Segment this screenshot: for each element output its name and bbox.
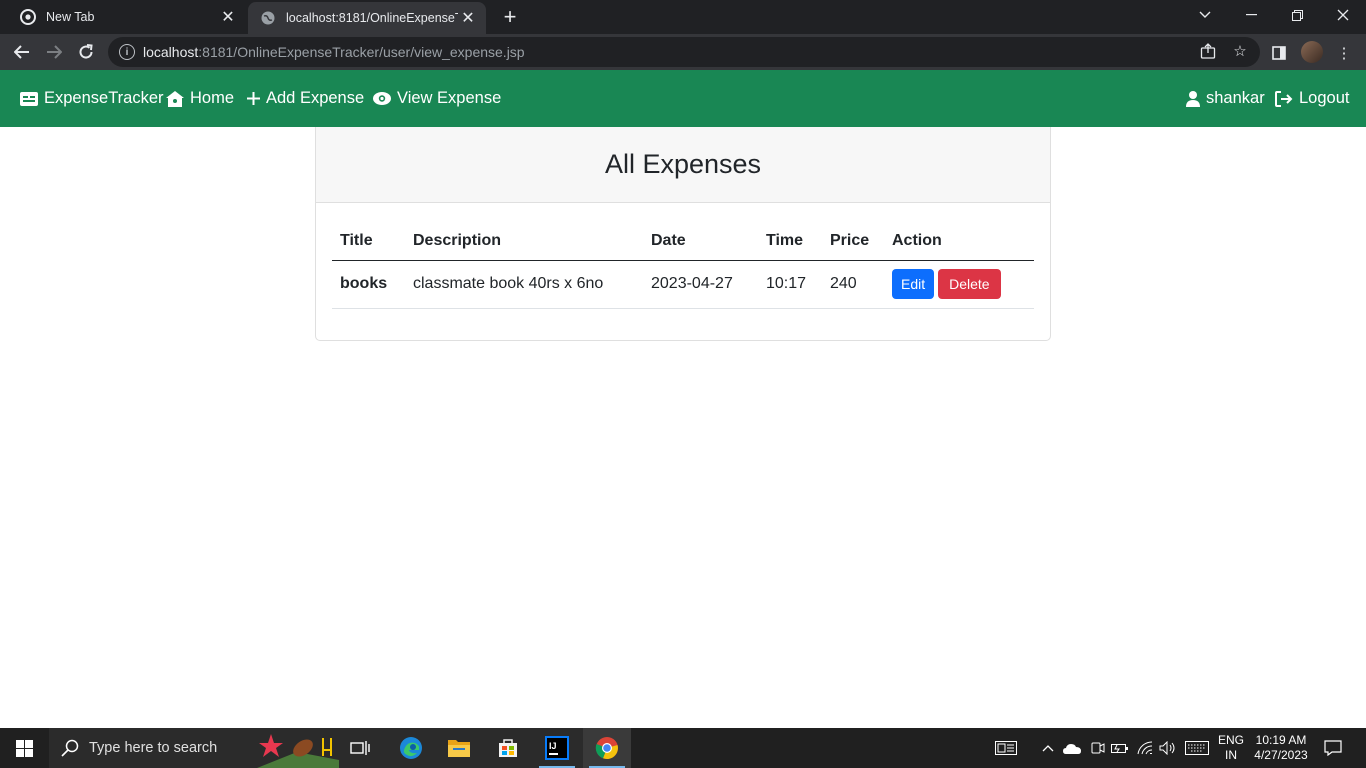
column-header-time: Time	[758, 223, 822, 261]
url-path: :8181/OnlineExpenseTracker/user/view_exp…	[198, 44, 525, 60]
nav-brand[interactable]: ExpenseTracker	[20, 70, 164, 127]
brand-label: ExpenseTracker	[44, 89, 164, 107]
lang-code: ENG	[1217, 733, 1244, 747]
browser-toolbar: i localhost:8181/OnlineExpenseTracker/us…	[0, 34, 1366, 70]
cell-actions: Edit Delete	[884, 260, 1034, 309]
view-expense-label: View Expense	[397, 89, 502, 107]
wifi-icon[interactable]	[1135, 738, 1155, 758]
column-header-date: Date	[643, 223, 758, 261]
restore-icon[interactable]	[1274, 0, 1320, 30]
logout-icon	[1275, 90, 1293, 107]
bookmark-star-icon[interactable]: ☆	[1230, 41, 1250, 61]
user-icon	[1186, 90, 1200, 107]
nav-logout[interactable]: Logout	[1275, 70, 1349, 127]
clock-date: 4/27/2023	[1254, 748, 1308, 762]
tab-new-tab[interactable]: New Tab ✕	[8, 0, 246, 34]
close-tab-icon[interactable]: ✕	[218, 7, 238, 27]
table-row: books classmate book 40rs x 6no 2023-04-…	[332, 260, 1034, 309]
menu-kebab-icon[interactable]: ⋮	[1333, 42, 1355, 64]
page-title: All Expenses	[604, 149, 762, 179]
address-bar[interactable]: i localhost:8181/OnlineExpenseTracker/us…	[108, 37, 1260, 67]
globe-icon	[260, 10, 276, 26]
touch-keyboard-icon[interactable]	[1184, 738, 1210, 758]
clock-time: 10:19 AM	[1255, 733, 1307, 747]
chrome-taskbar-icon[interactable]	[583, 728, 631, 768]
cell-date: 2023-04-27	[643, 260, 758, 309]
cell-time: 10:17	[758, 260, 822, 309]
taskbar-clock[interactable]: 10:19 AM 4/27/2023	[1252, 733, 1310, 763]
nav-add-expense[interactable]: Add Expense	[247, 70, 364, 127]
meet-now-icon[interactable]	[1087, 738, 1107, 758]
nav-home[interactable]: Home	[166, 70, 234, 127]
home-icon	[166, 90, 184, 107]
tab-view-expense[interactable]: localhost:8181/OnlineExpenseTra ✕	[248, 2, 486, 34]
onedrive-cloud-icon[interactable]	[1062, 738, 1082, 758]
chrome-icon	[20, 9, 36, 25]
file-explorer-icon[interactable]	[435, 728, 483, 768]
search-icon	[61, 739, 79, 757]
logout-label: Logout	[1299, 89, 1350, 107]
user-label: shankar	[1206, 89, 1265, 107]
input-language-indicator[interactable]: ENG IN	[1216, 733, 1246, 763]
expenses-card: All Expenses Title Description Date Time…	[315, 127, 1051, 341]
profile-avatar[interactable]	[1301, 41, 1323, 63]
forward-icon[interactable]	[40, 38, 68, 66]
reload-icon[interactable]	[72, 38, 100, 66]
windows-taskbar: Type here to search IJ ENG IN 10:19 AM 4…	[0, 728, 1366, 768]
news-widget-icon[interactable]	[994, 738, 1018, 758]
notification-center-icon[interactable]	[1323, 738, 1343, 758]
column-header-title: Title	[332, 223, 405, 261]
url-host: localhost	[143, 44, 199, 60]
task-view-icon[interactable]	[336, 728, 384, 768]
delete-button[interactable]: Delete	[938, 269, 1001, 299]
app-navbar: ExpenseTracker Home Add Expense View Exp…	[0, 70, 1366, 127]
lang-region: IN	[1225, 748, 1237, 762]
plus-icon	[247, 92, 260, 105]
share-icon[interactable]	[1198, 41, 1218, 61]
tab-title: localhost:8181/OnlineExpenseTra	[286, 11, 458, 25]
edit-button[interactable]: Edit	[892, 269, 935, 299]
intellij-idea-icon[interactable]: IJ	[533, 728, 581, 768]
tab-title: New Tab	[46, 10, 95, 24]
side-panel-icon[interactable]	[1268, 42, 1290, 64]
cell-price: 240	[822, 260, 884, 309]
close-window-icon[interactable]	[1320, 0, 1366, 30]
cell-title: books	[332, 260, 405, 309]
microsoft-store-icon[interactable]	[484, 728, 532, 768]
show-hidden-icons-chevron[interactable]	[1038, 738, 1058, 758]
site-info-icon[interactable]: i	[119, 44, 135, 60]
nav-user[interactable]: shankar	[1186, 70, 1265, 127]
new-tab-icon[interactable]: +	[498, 4, 522, 29]
home-label: Home	[190, 89, 235, 107]
id-card-icon	[20, 91, 38, 106]
column-header-price: Price	[822, 223, 884, 261]
card-header: All Expenses	[316, 127, 1050, 203]
column-header-description: Description	[405, 223, 643, 261]
edge-browser-icon[interactable]	[387, 728, 435, 768]
tab-search-chevron-icon[interactable]	[1182, 0, 1228, 30]
cell-description: classmate book 40rs x 6no	[405, 260, 643, 309]
windows-start-icon[interactable]	[0, 728, 48, 768]
table-header-row: Title Description Date Time Price Action	[332, 223, 1034, 261]
search-highlight-graphic	[257, 730, 339, 768]
back-icon[interactable]	[8, 38, 36, 66]
minimize-icon[interactable]	[1228, 0, 1274, 30]
add-expense-label: Add Expense	[266, 89, 365, 107]
eye-icon	[373, 92, 391, 105]
volume-icon[interactable]	[1158, 738, 1178, 758]
column-header-action: Action	[884, 223, 1034, 261]
search-placeholder: Type here to search	[89, 740, 218, 756]
browser-tab-strip: New Tab ✕ localhost:8181/OnlineExpenseTr…	[0, 0, 1366, 34]
battery-icon[interactable]	[1110, 738, 1130, 758]
close-tab-icon[interactable]: ✕	[458, 8, 478, 28]
expenses-table: Title Description Date Time Price Action…	[332, 223, 1034, 309]
svg-text:IJ: IJ	[549, 741, 557, 751]
nav-view-expense[interactable]: View Expense	[373, 70, 501, 127]
